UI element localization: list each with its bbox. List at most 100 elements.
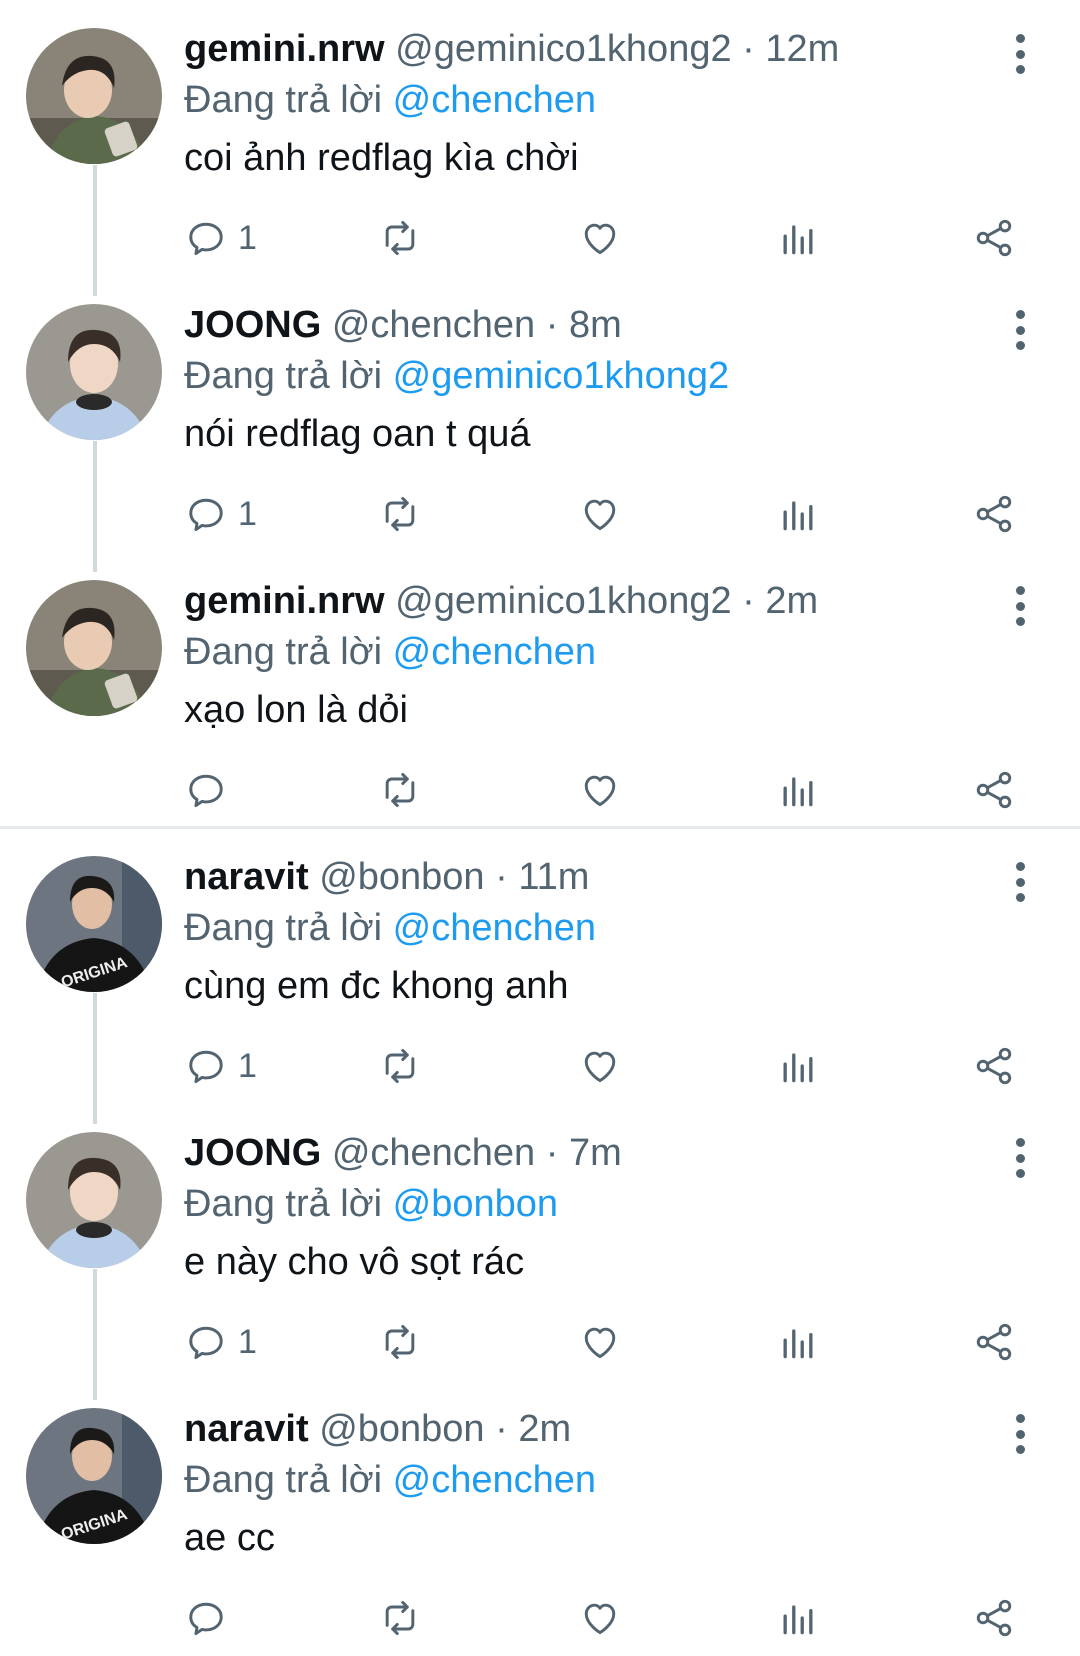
avatar[interactable]	[26, 856, 162, 992]
tweet[interactable]: gemini.nrw @geminico1khong2 · 12m Đang t…	[0, 0, 1080, 296]
heart-icon	[578, 1596, 622, 1640]
reply-button[interactable]: 1	[184, 489, 257, 539]
more-vertical-icon[interactable]	[1012, 1414, 1028, 1454]
mention-link[interactable]: @chenchen	[393, 631, 596, 673]
user-handle[interactable]: @geminico1khong2	[395, 28, 731, 70]
mention-link[interactable]: @chenchen	[393, 1459, 596, 1501]
share-icon	[972, 1596, 1016, 1640]
share-button[interactable]	[972, 1593, 1016, 1643]
more-vertical-icon[interactable]	[1012, 34, 1028, 74]
views-icon	[776, 1596, 820, 1640]
timestamp[interactable]: · 7m	[546, 1132, 622, 1174]
timestamp[interactable]: · 8m	[546, 304, 622, 346]
user-handle[interactable]: @geminico1khong2	[395, 580, 731, 622]
reply-button[interactable]: 1	[184, 1317, 257, 1367]
more-vertical-icon[interactable]	[1012, 310, 1028, 350]
timestamp[interactable]: · 2m	[742, 580, 818, 622]
replying-to-label: Đang trả lời	[184, 79, 383, 121]
avatar[interactable]	[26, 304, 162, 440]
tweet-text: coi ảnh redflag kìa chời	[184, 137, 579, 179]
mention-link[interactable]: @geminico1khong2	[393, 355, 729, 397]
share-icon	[972, 1320, 1016, 1364]
tweet-header: naravit @bonbon · 2m	[184, 1402, 1050, 1456]
reply-icon	[184, 492, 228, 536]
tweet-text: cùng em đc khong anh	[184, 965, 569, 1007]
tweet[interactable]: JOONG @chenchen · 7m Đang trả lời @bonbo…	[0, 1104, 1080, 1400]
user-handle[interactable]: @bonbon	[319, 1408, 484, 1450]
reply-thread: gemini.nrw @geminico1khong2 · 12m Đang t…	[0, 0, 1080, 828]
tweet-text: xạo lon là dỏi	[184, 689, 408, 731]
replying-to-line: Đang trả lời @chenchen	[184, 904, 1050, 952]
reply-icon	[184, 1044, 228, 1088]
views-button[interactable]	[776, 1593, 820, 1643]
reply-button[interactable]: 1	[184, 213, 257, 263]
share-button[interactable]	[972, 765, 1016, 815]
tweet[interactable]: gemini.nrw @geminico1khong2 · 2m Đang tr…	[0, 552, 1080, 828]
reply-icon	[184, 216, 228, 260]
like-button[interactable]	[578, 765, 622, 815]
reply-button[interactable]	[184, 765, 238, 815]
display-name[interactable]: JOONG	[184, 304, 321, 346]
tweet[interactable]: naravit @bonbon · 11m Đang trả lời @chen…	[0, 828, 1080, 1124]
avatar[interactable]	[26, 1132, 162, 1268]
like-button[interactable]	[578, 1593, 622, 1643]
tweet-actions: 1	[0, 213, 1080, 263]
like-button[interactable]	[578, 213, 622, 263]
retweet-button[interactable]	[378, 1041, 422, 1091]
tweet-header: gemini.nrw @geminico1khong2 · 2m	[184, 574, 1050, 628]
more-vertical-icon[interactable]	[1012, 1138, 1028, 1178]
user-handle[interactable]: @bonbon	[319, 856, 484, 898]
like-button[interactable]	[578, 1041, 622, 1091]
reply-count: 1	[238, 218, 257, 257]
heart-icon	[578, 1320, 622, 1364]
share-button[interactable]	[972, 213, 1016, 263]
avatar[interactable]	[26, 1408, 162, 1544]
retweet-button[interactable]	[378, 213, 422, 263]
like-button[interactable]	[578, 1317, 622, 1367]
retweet-icon	[378, 216, 422, 260]
avatar[interactable]	[26, 28, 162, 164]
display-name[interactable]: JOONG	[184, 1132, 321, 1174]
user-handle[interactable]: @chenchen	[332, 304, 535, 346]
tweet-text: nói redflag oan t quá	[184, 413, 531, 455]
replying-to-label: Đang trả lời	[184, 1183, 383, 1225]
views-button[interactable]	[776, 213, 820, 263]
share-button[interactable]	[972, 489, 1016, 539]
share-icon	[972, 492, 1016, 536]
timestamp[interactable]: · 12m	[742, 28, 839, 70]
like-button[interactable]	[578, 489, 622, 539]
tweet[interactable]: naravit @bonbon · 2m Đang trả lời @chenc…	[0, 1380, 1080, 1656]
views-icon	[776, 768, 820, 812]
retweet-button[interactable]	[378, 489, 422, 539]
timestamp[interactable]: · 11m	[495, 856, 589, 898]
views-button[interactable]	[776, 489, 820, 539]
more-vertical-icon[interactable]	[1012, 862, 1028, 902]
display-name[interactable]: naravit	[184, 856, 309, 898]
display-name[interactable]: gemini.nrw	[184, 580, 385, 622]
views-button[interactable]	[776, 1041, 820, 1091]
share-button[interactable]	[972, 1317, 1016, 1367]
mention-link[interactable]: @chenchen	[393, 79, 596, 121]
reply-button[interactable]	[184, 1593, 238, 1643]
more-vertical-icon[interactable]	[1012, 586, 1028, 626]
mention-link[interactable]: @bonbon	[393, 1183, 558, 1225]
share-icon	[972, 768, 1016, 812]
replying-to-line: Đang trả lời @geminico1khong2	[184, 352, 1050, 400]
tweet[interactable]: JOONG @chenchen · 8m Đang trả lời @gemin…	[0, 276, 1080, 572]
replying-to-line: Đang trả lời @chenchen	[184, 1456, 1050, 1504]
avatar[interactable]	[26, 580, 162, 716]
timestamp[interactable]: · 2m	[495, 1408, 571, 1450]
views-button[interactable]	[776, 765, 820, 815]
share-button[interactable]	[972, 1041, 1016, 1091]
views-button[interactable]	[776, 1317, 820, 1367]
reply-icon	[184, 1320, 228, 1364]
user-handle[interactable]: @chenchen	[332, 1132, 535, 1174]
retweet-button[interactable]	[378, 1317, 422, 1367]
display-name[interactable]: naravit	[184, 1408, 309, 1450]
retweet-button[interactable]	[378, 1593, 422, 1643]
retweet-icon	[378, 1596, 422, 1640]
mention-link[interactable]: @chenchen	[393, 907, 596, 949]
reply-button[interactable]: 1	[184, 1041, 257, 1091]
retweet-button[interactable]	[378, 765, 422, 815]
display-name[interactable]: gemini.nrw	[184, 28, 385, 70]
